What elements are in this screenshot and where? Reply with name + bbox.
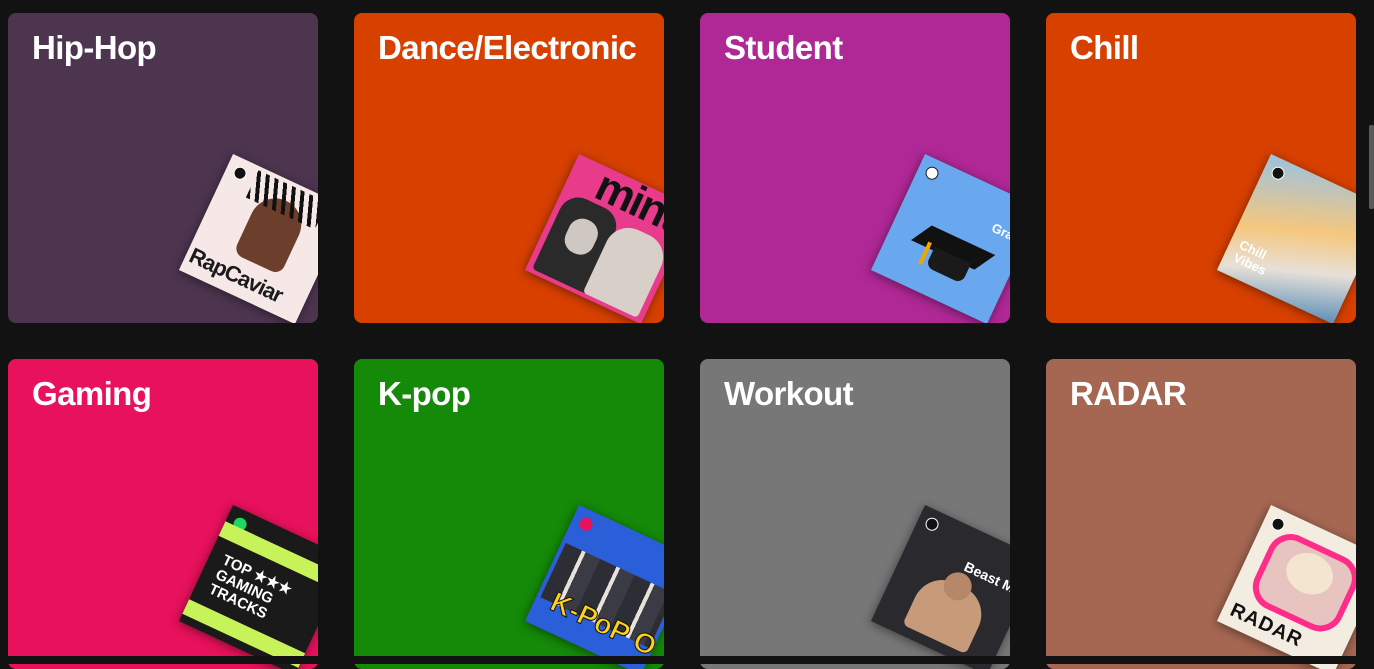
category-cover-art: Grad bbox=[870, 153, 1010, 323]
category-title: Student bbox=[724, 29, 843, 66]
category-title: Hip-Hop bbox=[32, 29, 157, 66]
bottom-edge bbox=[0, 656, 1374, 664]
category-card-radar[interactable]: RADAR RADAR bbox=[1046, 359, 1356, 669]
category-cover-art: TOP ★★★ GAMING TRACKS bbox=[178, 504, 318, 669]
category-title: RADAR bbox=[1070, 375, 1187, 412]
category-cover-art: mint bbox=[524, 153, 664, 323]
category-card-hip-hop[interactable]: Hip-Hop RapCaviar bbox=[8, 13, 318, 323]
browse-categories-grid: Hip-Hop RapCaviar Dance/Electronic mint … bbox=[0, 0, 1374, 669]
spotify-logo-icon bbox=[231, 164, 249, 182]
spotify-logo-icon bbox=[923, 515, 941, 533]
category-cover-art: RADAR bbox=[1216, 504, 1356, 669]
category-card-student[interactable]: Student Grad bbox=[700, 13, 1010, 323]
category-card-chill[interactable]: Chill Chill Vibes bbox=[1046, 13, 1356, 323]
category-cover-art: K-PoP ON! bbox=[524, 504, 664, 669]
scrollbar-thumb[interactable] bbox=[1369, 125, 1374, 209]
cover-art-text: Chill Vibes bbox=[1231, 237, 1269, 278]
category-card-gaming[interactable]: Gaming TOP ★★★ GAMING TRACKS bbox=[8, 359, 318, 669]
category-card-dance-electronic[interactable]: Dance/Electronic mint bbox=[354, 13, 664, 323]
category-title: Dance/Electronic bbox=[378, 29, 637, 66]
category-card-k-pop[interactable]: K-pop K-PoP ON! bbox=[354, 359, 664, 669]
spotify-logo-icon bbox=[577, 515, 595, 533]
category-title: Workout bbox=[724, 375, 854, 412]
category-title: Gaming bbox=[32, 375, 152, 412]
spotify-logo-icon bbox=[1269, 164, 1287, 182]
category-cover-art: Beast Mode bbox=[870, 504, 1010, 669]
cover-art-text: Grad bbox=[989, 220, 1010, 247]
spotify-logo-icon bbox=[923, 164, 941, 182]
spotify-logo-icon bbox=[1269, 515, 1287, 533]
category-cover-art: Chill Vibes bbox=[1216, 153, 1356, 323]
category-title: K-pop bbox=[378, 375, 471, 412]
category-card-workout[interactable]: Workout Beast Mode bbox=[700, 359, 1010, 669]
category-cover-art: RapCaviar bbox=[178, 153, 318, 323]
category-title: Chill bbox=[1070, 29, 1139, 66]
